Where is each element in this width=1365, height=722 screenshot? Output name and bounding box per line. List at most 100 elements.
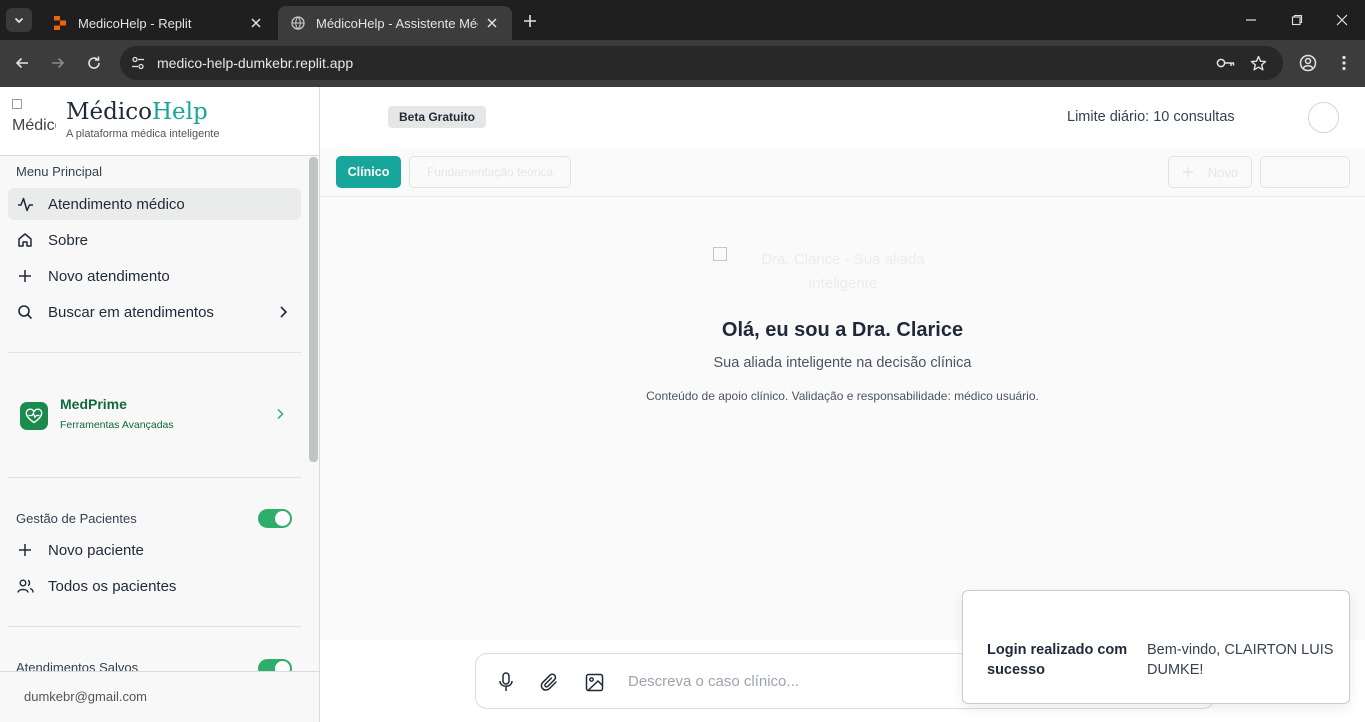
daily-limit-text: Limite diário: 10 consultas [1067,109,1235,125]
sidebar-item-label: Novo paciente [48,541,144,559]
browser-tab-strip: MedicoHelp - Replit MédicoHelp - Assiste… [0,0,1365,40]
sidebar-item-sobre[interactable]: Sobre [8,224,301,256]
plus-icon [1182,167,1193,177]
sidebar-item-todos-pacientes[interactable]: Todos os pacientes [8,570,301,602]
sidebar-item-label: Buscar em atendimentos [48,303,214,321]
bookmark-star-icon[interactable] [1248,53,1268,73]
close-icon [1336,14,1348,26]
sidebar-scrollbar[interactable] [309,157,318,462]
site-settings-icon[interactable] [128,53,148,73]
close-icon[interactable] [484,15,500,31]
sidebar-scroll-area: Menu Principal Atendimento médico Sobre … [0,157,319,671]
new-consultation-button[interactable]: Novo [1168,156,1252,188]
new-button-label: Novo [1207,164,1239,180]
mode-fundamentacao-button[interactable]: Fundamentação teórica [409,156,571,188]
close-icon[interactable] [248,15,264,31]
browser-toolbar: medico-help-dumkebr.replit.app [0,40,1365,87]
microphone-icon[interactable] [495,671,517,693]
app-header: Beta Gratuito Limite diário: 10 consulta… [320,87,1365,148]
saved-section-label: Atendimentos Salvos [16,660,139,671]
image-icon[interactable] [583,671,605,693]
sidebar-item-atendimento-medico[interactable]: Atendimento médico [8,188,301,220]
restore-icon [1291,14,1303,26]
toast-message: Bem-vindo, CLAIRTON LUIS DUMKE! [1147,642,1334,678]
tab-title: MedicoHelp - Replit [78,15,192,31]
patients-section-toggle[interactable] [258,509,292,528]
home-icon [16,231,34,249]
chevron-right-icon [277,408,284,420]
toast-title: Login realizado com sucesso [987,642,1128,678]
toggle-knob [275,661,290,671]
browser-tab-medicohelp[interactable]: MédicoHelp - Assistente Médico [278,6,512,40]
users-icon [16,577,34,595]
sidebar-footer: dumkebr@gmail.com [0,671,319,722]
clinical-disclaimer: Conteúdo de apoio clínico. Validação e r… [646,389,1039,403]
divider [8,477,301,478]
arrow-right-icon [52,57,65,69]
saved-section-toggle[interactable] [258,659,292,671]
heart-pulse-icon [20,402,48,430]
brand-name-part2: Help [151,99,208,125]
plus-icon [16,267,34,285]
medprime-subtitle: Ferramentas Avançadas [60,419,174,431]
brand-header: Médico MédicoHelp A plataforma médica in… [0,87,319,156]
assistant-greeting: Olá, eu sou a Dra. Clarice [721,319,964,341]
tab-title: MédicoHelp - Assistente Médico [316,15,478,31]
medprime-card[interactable]: MedPrime Ferramentas Avançadas [8,385,301,445]
arrow-left-icon [15,57,28,69]
sidebar-item-buscar-atendimentos[interactable]: Buscar em atendimentos [8,296,301,328]
chevron-down-icon [14,17,24,24]
close-window-button[interactable] [1319,0,1365,40]
brand-name: MédicoHelp [66,99,208,125]
logo-image: Médico [12,99,56,139]
search-icon [16,303,34,321]
mode-toolbar: Clínico Fundamentação teórica Novo [320,148,1365,197]
profile-button[interactable] [1297,52,1319,74]
forward-button[interactable] [47,52,69,74]
beta-badge: Beta Gratuito [388,106,487,128]
activity-icon [16,195,34,213]
replit-icon [52,15,68,31]
paperclip-icon[interactable] [538,671,560,693]
plus-icon [524,15,536,27]
url-text: medico-help-dumkebr.replit.app [157,55,354,71]
password-key-icon[interactable] [1216,53,1236,73]
sidebar-item-label: Sobre [48,231,89,249]
avatar[interactable] [1308,102,1339,133]
new-tab-button[interactable] [519,10,541,32]
sidebar-item-novo-atendimento[interactable]: Novo atendimento [8,260,301,292]
browser-tab-replit[interactable]: MedicoHelp - Replit [40,6,276,40]
patients-section-label: Gestão de Pacientes [16,511,137,526]
brand-name-part1: Médico [66,99,152,125]
menu-section-label: Menu Principal [16,164,102,179]
sidebar-item-label: Todos os pacientes [48,577,177,595]
medprime-title: MedPrime [60,396,127,412]
back-button[interactable] [11,52,33,74]
minimize-button[interactable] [1228,0,1274,40]
login-toast: Login realizado com sucesso Bem-vindo, C… [962,590,1350,704]
tab-search-button[interactable] [6,8,32,32]
sidebar-item-novo-paciente[interactable]: Novo paciente [8,534,301,566]
reload-icon [88,56,100,69]
divider [8,626,301,627]
globe-icon [290,15,306,31]
restore-button[interactable] [1274,0,1320,40]
mode-clinico-button[interactable]: Clínico [336,156,401,188]
assistant-image-alt: Dra. Clarice - Sua aliada inteligente [761,251,925,292]
address-bar[interactable]: medico-help-dumkebr.replit.app [120,46,1283,80]
logo-alt-text: Médico [12,117,56,134]
reload-button[interactable] [83,52,105,74]
profile-icon [1299,54,1317,72]
plus-icon [16,541,34,559]
chevron-right-icon [280,306,288,318]
broken-image-icon [713,247,727,261]
brand-tagline: A plataforma médica inteligente [66,128,220,140]
sidebar: Médico MédicoHelp A plataforma médica in… [0,87,320,722]
more-vertical-icon [1342,55,1346,71]
divider [8,352,301,353]
toolbar-button[interactable] [1260,156,1350,188]
minimize-icon [1246,19,1256,21]
browser-menu-button[interactable] [1333,52,1355,74]
sidebar-item-label: Novo atendimento [48,267,170,285]
assistant-subtitle: Sua aliada inteligente na decisão clínic… [713,355,972,371]
